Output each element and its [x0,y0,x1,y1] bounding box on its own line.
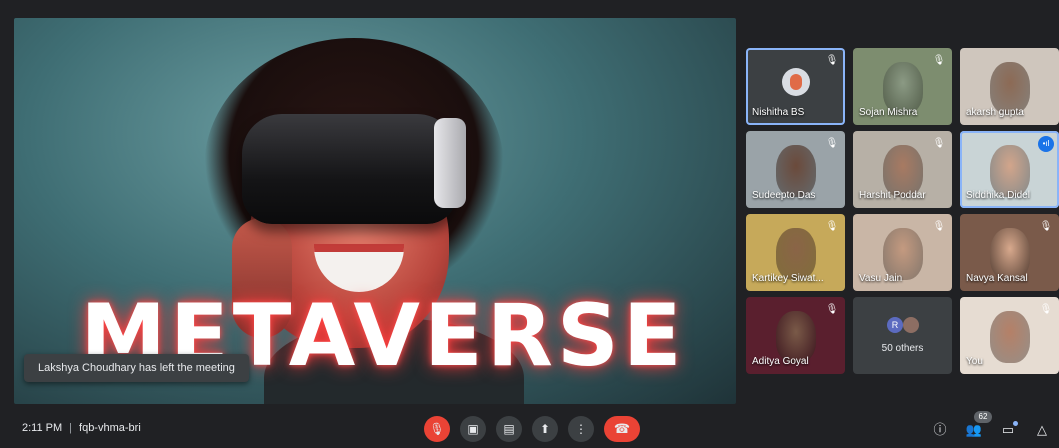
participant-tile[interactable]: akarsh gupta [960,48,1059,125]
activities-icon: △ [1037,422,1047,437]
participant-name: You [966,356,983,367]
others-avatars: R [887,317,919,333]
participant-tile[interactable]: Harshit Poddar 🎙 [853,131,952,208]
mic-muted-icon: 🎙 [825,221,839,232]
mic-muted-icon: 🎙 [825,55,839,66]
participant-name: Sojan Mishra [859,107,918,118]
participant-name: Kartikey Siwat... [752,273,824,284]
meeting-info: 2:11 PM | fqb-vhma-bri [22,422,141,434]
more-options-button[interactable]: ⋮ [568,416,594,442]
participant-video [990,311,1030,363]
presentation-view: METAVERSE [14,18,736,404]
participant-tile[interactable]: Sojan Mishra 🎙 [853,48,952,125]
participant-tile[interactable]: R 50 others [853,297,952,374]
participant-avatar [782,68,810,96]
participant-tile[interactable]: Sudeepto Das 🎙 [746,131,845,208]
others-avatar-photo [903,317,919,333]
others-avatar-initial: R [887,317,903,333]
participant-tile[interactable]: Siddhika Didel •ıl [960,131,1059,208]
more-vert-icon: ⋮ [575,422,587,436]
captions-button[interactable]: ▤ [496,416,522,442]
meeting-details-button[interactable]: ⓘ [930,420,950,440]
hang-up-icon: ☎ [613,421,631,436]
vr-headset [242,114,457,224]
participant-name: Vasu Jain [859,273,903,284]
captions-icon: ▤ [503,422,515,436]
participant-tile[interactable]: You 🎙 [960,297,1059,374]
microphone-toggle-button[interactable]: 🎙 [424,416,450,442]
participant-tile[interactable]: Kartikey Siwat... 🎙 [746,214,845,291]
participant-name: Navya Kansal [966,273,1028,284]
mic-muted-icon: 🎙 [932,221,946,232]
participant-tile[interactable]: Navya Kansal 🎙 [960,214,1059,291]
people-button[interactable]: 👥 62 [964,411,992,440]
meeting-info-separator: | [69,422,73,434]
mic-muted-icon: 🎙 [1039,221,1053,232]
participant-grid: Nishitha BS 🎙 Sojan Mishra 🎙 akarsh gupta Sud… [746,48,1059,374]
mic-muted-icon: 🎙 [825,304,839,315]
mic-muted-icon: 🎙 [825,138,839,149]
bottom-bar: 2:11 PM | fqb-vhma-bri 🎙 ▣ ▤ ⬆ ⋮ ☎ ⓘ 👥 62 ▭… [0,411,1059,448]
side-panel-buttons: ⓘ 👥 62 ▭ △ [930,411,1052,440]
activities-button[interactable]: △ [1032,420,1052,440]
meeting-time: 2:11 PM [22,422,63,434]
participant-name: Aditya Goyal [752,356,809,367]
participant-name: Harshit Poddar [859,190,926,201]
mic-muted-icon: 🎙 [1039,304,1053,315]
meeting-code[interactable]: fqb-vhma-bri [79,422,141,434]
speaking-indicator-icon: •ıl [1038,136,1054,152]
present-icon: ⬆ [539,422,551,436]
mic-muted-icon: 🎙 [932,138,946,149]
participant-name: Nishitha BS [752,107,805,118]
chat-unread-dot [1013,421,1018,426]
participant-name: akarsh gupta [966,107,1024,118]
present-now-button[interactable]: ⬆ [532,416,558,442]
participant-tile[interactable]: Aditya Goyal 🎙 [746,297,845,374]
participant-tile[interactable]: Vasu Jain 🎙 [853,214,952,291]
camera-icon: ▣ [467,422,479,436]
camera-toggle-button[interactable]: ▣ [460,416,486,442]
participants-count-badge: 62 [974,411,992,423]
others-count-label: 50 others [881,343,924,354]
info-icon: ⓘ [933,422,947,437]
leave-call-button[interactable]: ☎ [604,416,640,442]
call-controls: 🎙 ▣ ▤ ⬆ ⋮ ☎ [424,416,640,442]
chat-button[interactable]: ▭ [998,420,1018,440]
mic-muted-icon: 🎙 [932,55,946,66]
notification-toast: Lakshya Choudhary has left the meeting [24,354,249,382]
participant-tile[interactable]: Nishitha BS 🎙 [746,48,845,125]
microphone-off-icon: 🎙 [429,422,445,436]
vr-headset-strap [434,118,466,208]
participant-name: Sudeepto Das [752,190,816,201]
people-icon: 👥 [965,422,983,437]
participant-name: Siddhika Didel [966,190,1030,201]
